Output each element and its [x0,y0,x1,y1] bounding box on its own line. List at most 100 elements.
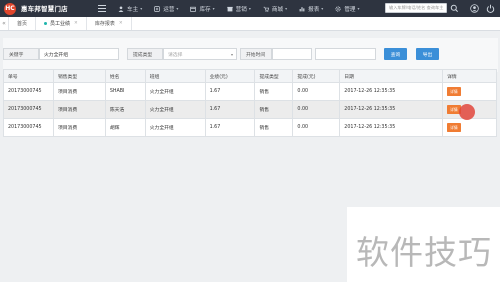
table-row: 20173000745 项目消费 SHABI 火力全开组 1.67 销售 0.0… [3,82,497,101]
commission-type-cell: 销售 [254,100,294,119]
column-header[interactable]: 详情 [442,69,497,83]
chevron-down-icon: ▾ [230,52,233,57]
chevron-down-icon: ▾ [140,6,143,11]
nav-item-marketing[interactable]: 营销 ▾ [221,0,257,17]
nav-item-mall[interactable]: 商城 ▾ [257,0,293,17]
chevron-down-icon: ▾ [212,6,215,11]
sales-type-cell: 项目消费 [52,118,106,137]
commission-type-label: 提成类型 [127,48,163,60]
nav-item-inventory[interactable]: 库存 ▾ [184,0,220,17]
name-cell: 陈天浩 [104,100,146,119]
performance-table: 单号 销售类型 姓名 班组 业绩(元) 提成类型 提成(元) 日期 详情 201… [3,69,497,137]
keyword-label: 关键字 [3,48,39,60]
top-navigation-bar: HC 惠车邦智慧门店 车主▾ 运营▾ 库存▾ 营销▾ 商城▾ 报表▾ [0,0,500,17]
nav-item-label: 库存 [199,6,211,13]
car-owner-icon [118,5,124,12]
close-icon[interactable]: ✕ [74,21,78,26]
performance-cell: 1.67 [204,82,256,101]
export-button[interactable]: 导出 [416,48,439,60]
power-icon[interactable] [486,4,495,13]
name-cell: 胡辉 [104,118,146,137]
detail-button[interactable]: 详情 [447,87,461,96]
search-button[interactable]: 查询 [384,48,407,60]
user-icon[interactable] [470,4,479,13]
chevron-down-icon: ▾ [248,6,251,11]
brand[interactable]: HC 惠车邦智慧门店 [0,0,92,17]
close-icon[interactable]: ✕ [119,21,123,26]
name-cell: SHABI [104,82,146,101]
menu-toggle-icon[interactable] [98,5,106,12]
column-header[interactable]: 单号 [3,69,54,83]
tab-employee-performance[interactable]: 员工业绩 ✕ [36,17,87,30]
watermark-text: 软件技巧 [356,233,492,272]
app-title: 惠车邦智慧门店 [21,5,68,13]
nav-item-report[interactable]: 报表 ▾ [293,0,329,17]
nav-item-settings[interactable]: 管理 ▾ [329,0,365,17]
operations-icon [154,5,160,12]
sales-type-cell: 项目消费 [52,82,106,101]
team-cell: 火力全开组 [144,100,206,119]
date-cell: 2017-12-26 12:35:35 [339,118,444,137]
commission-type-select[interactable]: 请选择 ▾ [163,48,237,60]
commission-cell: 0.00 [292,118,341,137]
commission-cell: 0.00 [292,82,341,101]
main-nav: 车主 ▾ 运营 ▾ 库存 ▾ 营销 ▾ 商城 ▾ 报表 ▾ 管理 ▾ [112,0,366,17]
chevron-down-icon: ▾ [176,6,179,11]
column-header[interactable]: 日期 [339,69,444,83]
nav-item-label: 车主 [127,6,139,13]
date-cell: 2017-12-26 12:35:35 [339,100,444,119]
tab-inventory-report[interactable]: 库存报表 ✕ [87,17,132,30]
detail-cell: 详情 [442,82,497,101]
nav-item-label: 运营 [163,6,175,13]
detail-button[interactable]: 详情 [447,123,461,132]
column-header[interactable]: 提成(元) [292,69,341,83]
start-time-label: 开始时间 [240,48,272,60]
select-placeholder: 请选择 [168,52,183,58]
table-row: 20173000745 项目消费 陈天浩 火力全开组 1.67 销售 0.00 … [3,100,497,119]
start-time-input[interactable] [272,48,312,60]
sales-type-cell: 项目消费 [52,100,106,119]
column-header[interactable]: 业绩(元) [204,69,256,83]
mall-icon [263,6,269,12]
nav-item-car-owner[interactable]: 车主 ▾ [112,0,148,17]
team-cell: 火力全开组 [144,118,206,137]
nav-item-label: 商城 [271,6,284,13]
tab-label: 首页 [17,21,28,27]
marketing-icon [226,6,233,11]
performance-cell: 1.67 [204,100,256,119]
tab-scroll-left-icon[interactable]: « [0,17,9,30]
chevron-down-icon: ▾ [357,6,360,11]
nav-item-label: 管理 [344,6,356,13]
click-indicator [459,104,475,120]
column-header[interactable]: 班组 [144,69,206,83]
column-header[interactable]: 提成类型 [254,69,294,83]
report-icon [299,6,305,11]
active-dot-icon [44,22,48,25]
order-number-cell: 20173000745 [3,100,54,119]
performance-cell: 1.67 [204,118,256,137]
search-icon[interactable] [450,4,459,13]
keyword-input[interactable]: 火力全开组 [39,48,119,60]
end-time-input[interactable] [315,48,376,60]
filter-bar: 关键字 火力全开组 提成类型 请选择 ▾ 开始时间 查询 导出 [3,38,498,72]
team-cell: 火力全开组 [144,82,206,101]
chevron-down-icon: ▾ [285,6,288,11]
table-header-row: 单号 销售类型 姓名 班组 业绩(元) 提成类型 提成(元) 日期 详情 [3,69,497,83]
brand-logo-icon: HC [4,2,16,15]
settings-icon [335,5,341,12]
column-header[interactable]: 销售类型 [52,69,106,83]
order-number-cell: 20173000745 [3,118,54,137]
tab-label: 员工业绩 [50,21,71,27]
nav-item-operations[interactable]: 运营 ▾ [148,0,184,17]
commission-type-cell: 销售 [254,82,294,101]
owner-search-input[interactable]: 输入车牌/电话/姓名 查询车主 [385,3,447,13]
date-cell: 2017-12-26 12:35:35 [339,82,444,101]
commission-cell: 0.00 [292,100,341,119]
nav-item-label: 营销 [235,6,247,13]
column-header[interactable]: 姓名 [104,69,146,83]
inventory-icon [190,6,197,12]
order-number-cell: 20173000745 [3,82,54,101]
tab-home[interactable]: 首页 [9,17,37,30]
nav-item-label: 报表 [308,6,320,13]
commission-type-cell: 销售 [254,118,294,137]
